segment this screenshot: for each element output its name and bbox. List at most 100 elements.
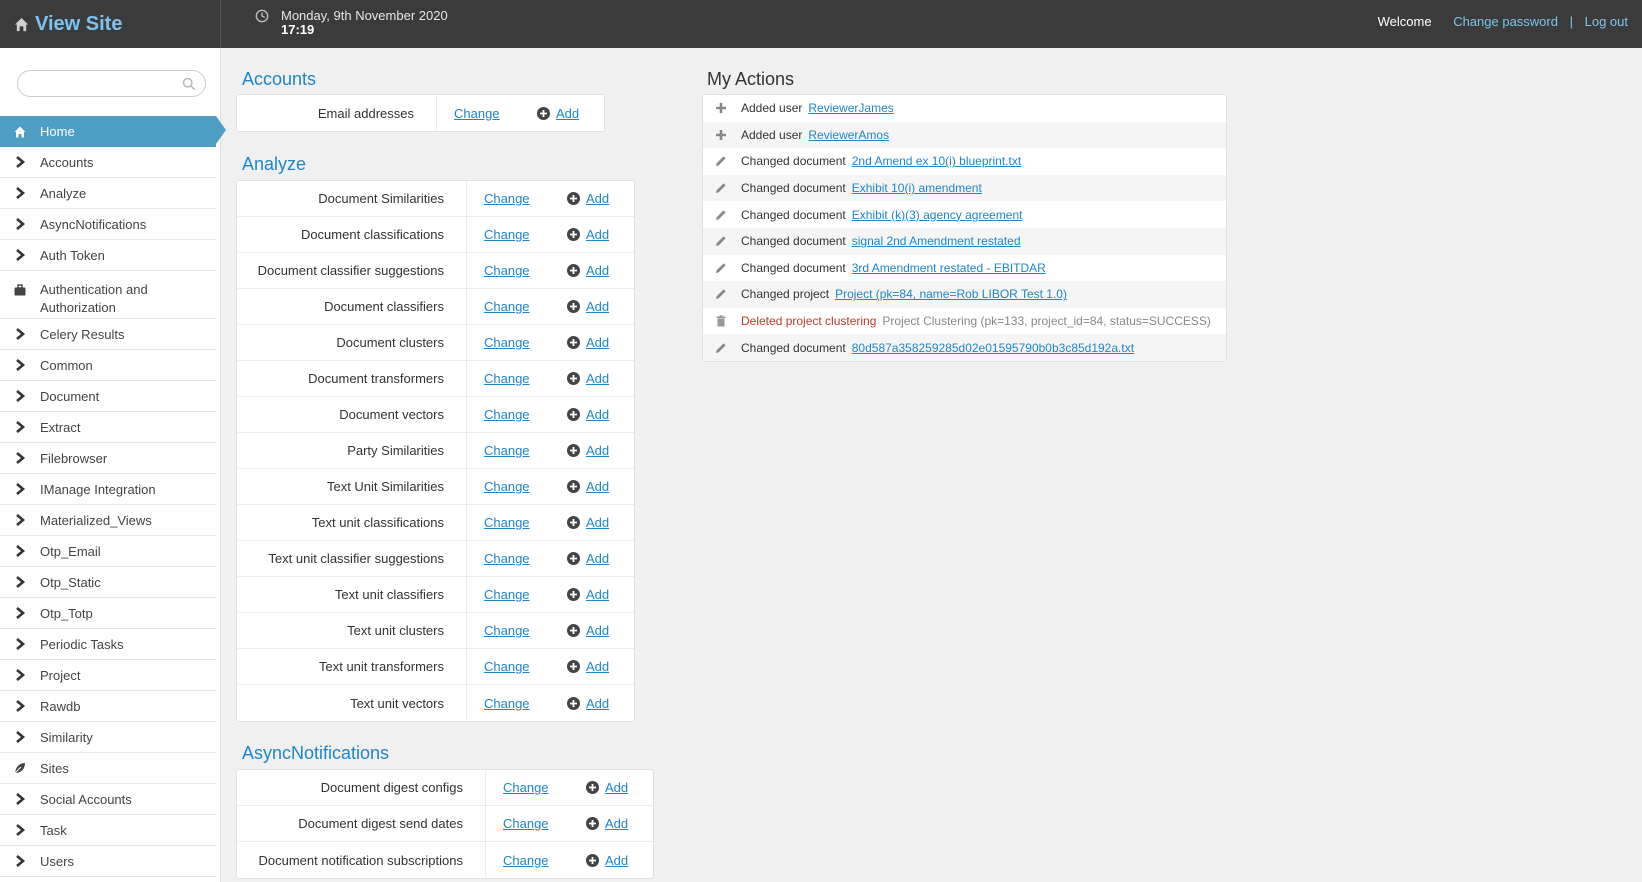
model-name[interactable]: Document classifications: [237, 217, 467, 252]
model-name[interactable]: Document clusters: [237, 325, 467, 360]
sidebar-item-home[interactable]: Home: [0, 116, 226, 147]
add-link[interactable]: Add: [586, 696, 609, 711]
change-link[interactable]: Change: [484, 515, 530, 530]
sidebar-item-filebrowser[interactable]: Filebrowser: [0, 443, 216, 474]
model-name[interactable]: Document notification subscriptions: [237, 842, 486, 878]
add-link[interactable]: Add: [586, 335, 609, 350]
sidebar-item-sites[interactable]: Sites: [0, 753, 216, 784]
sidebar-item-analyze[interactable]: Analyze: [0, 178, 216, 209]
add-link[interactable]: Add: [586, 659, 609, 674]
sidebar-item-asyncnotifications[interactable]: AsyncNotifications: [0, 209, 216, 240]
change-link[interactable]: Change: [484, 443, 530, 458]
change-link[interactable]: Change: [484, 551, 530, 566]
model-name[interactable]: Document digest configs: [237, 770, 486, 805]
action-object[interactable]: Project (pk=84, name=Rob LIBOR Test 1.0): [835, 287, 1067, 301]
sidebar-item-auth-token[interactable]: Auth Token: [0, 240, 216, 271]
model-name[interactable]: Text unit transformers: [237, 649, 467, 684]
model-name[interactable]: Document classifiers: [237, 289, 467, 324]
sidebar-item-social-accounts[interactable]: Social Accounts: [0, 784, 216, 815]
add-link[interactable]: Add: [586, 299, 609, 314]
change-link[interactable]: Change: [484, 623, 530, 638]
change-link[interactable]: Change: [484, 299, 530, 314]
search-input[interactable]: [28, 71, 178, 95]
sidebar-item-otp-email[interactable]: Otp_Email: [0, 536, 216, 567]
change-link[interactable]: Change: [484, 659, 530, 674]
add-link[interactable]: Add: [586, 443, 609, 458]
view-site-link[interactable]: View Site: [0, 0, 221, 48]
model-name[interactable]: Text unit classifier suggestions: [237, 541, 467, 576]
change-link[interactable]: Change: [503, 853, 549, 868]
add-link[interactable]: Add: [586, 479, 609, 494]
model-name[interactable]: Document transformers: [237, 361, 467, 396]
add-link[interactable]: Add: [586, 407, 609, 422]
change-link[interactable]: Change: [454, 106, 500, 121]
sidebar-item-users[interactable]: Users: [0, 846, 216, 877]
action-object[interactable]: signal 2nd Amendment restated: [852, 234, 1021, 248]
model-name[interactable]: Document vectors: [237, 397, 467, 432]
sidebar-item-materialized-views[interactable]: Materialized_Views: [0, 505, 216, 536]
add-link[interactable]: Add: [586, 263, 609, 278]
change-link[interactable]: Change: [503, 816, 549, 831]
change-link[interactable]: Change: [484, 191, 530, 206]
action-object[interactable]: 80d587a358259285d02e01595790b0b3c85d192a…: [852, 341, 1134, 355]
change-link[interactable]: Change: [484, 227, 530, 242]
add-link[interactable]: Add: [605, 816, 628, 831]
search-icon[interactable]: [182, 77, 196, 91]
sidebar-item-task[interactable]: Task: [0, 815, 216, 846]
module-title-analyze[interactable]: Analyze: [242, 154, 306, 175]
model-name[interactable]: Email addresses: [237, 95, 437, 131]
add-link[interactable]: Add: [586, 371, 609, 386]
change-password-link[interactable]: Change password: [1453, 14, 1558, 29]
add-link[interactable]: Add: [556, 106, 579, 121]
sidebar-item-project[interactable]: Project: [0, 660, 216, 691]
brand-label[interactable]: View Site: [35, 13, 122, 36]
change-link[interactable]: Change: [484, 479, 530, 494]
change-link[interactable]: Change: [484, 335, 530, 350]
sidebar-item-common[interactable]: Common: [0, 350, 216, 381]
add-link[interactable]: Add: [586, 623, 609, 638]
model-name[interactable]: Document Similarities: [237, 181, 467, 216]
sidebar-item-imanage-integration[interactable]: IManage Integration: [0, 474, 216, 505]
model-name[interactable]: Text unit clusters: [237, 613, 467, 648]
change-link[interactable]: Change: [484, 263, 530, 278]
model-name[interactable]: Document classifier suggestions: [237, 253, 467, 288]
module-title-asyncnotifications[interactable]: AsyncNotifications: [242, 743, 389, 764]
model-name[interactable]: Text unit vectors: [237, 685, 467, 721]
add-link[interactable]: Add: [586, 551, 609, 566]
add-link[interactable]: Add: [605, 853, 628, 868]
sidebar-item-accounts[interactable]: Accounts: [0, 147, 216, 178]
action-object[interactable]: Exhibit 10(i) amendment: [852, 181, 982, 195]
sidebar-item-otp-totp[interactable]: Otp_Totp: [0, 598, 216, 629]
model-name[interactable]: Text Unit Similarities: [237, 469, 467, 504]
change-link[interactable]: Change: [484, 696, 530, 711]
add-link[interactable]: Add: [586, 515, 609, 530]
change-link[interactable]: Change: [484, 587, 530, 602]
sidebar-item-authentication-and-authorization[interactable]: Authentication and Authorization: [0, 271, 216, 319]
add-link[interactable]: Add: [586, 587, 609, 602]
sidebar-item-extract[interactable]: Extract: [0, 412, 216, 443]
logout-link[interactable]: Log out: [1585, 14, 1628, 29]
sidebar-item-rawdb[interactable]: Rawdb: [0, 691, 216, 722]
action-object[interactable]: ReviewerAmos: [808, 128, 889, 142]
add-link[interactable]: Add: [605, 780, 628, 795]
action-object[interactable]: 3rd Amendment restated - EBITDAR: [852, 261, 1046, 275]
sidebar-item-otp-static[interactable]: Otp_Static: [0, 567, 216, 598]
model-name[interactable]: Document digest send dates: [237, 806, 486, 841]
model-name[interactable]: Text unit classifiers: [237, 577, 467, 612]
change-link[interactable]: Change: [503, 780, 549, 795]
model-name[interactable]: Party Similarities: [237, 433, 467, 468]
change-link[interactable]: Change: [484, 407, 530, 422]
model-name[interactable]: Text unit classifications: [237, 505, 467, 540]
sidebar-item-similarity[interactable]: Similarity: [0, 722, 216, 753]
change-link[interactable]: Change: [484, 371, 530, 386]
sidebar-item-document[interactable]: Document: [0, 381, 216, 412]
sidebar-item-celery-results[interactable]: Celery Results: [0, 319, 216, 350]
current-date: Monday, 9th November 2020: [281, 8, 448, 23]
sidebar-item-periodic-tasks[interactable]: Periodic Tasks: [0, 629, 216, 660]
add-link[interactable]: Add: [586, 191, 609, 206]
action-object[interactable]: ReviewerJames: [808, 101, 893, 115]
action-object[interactable]: Exhibit (k)(3) agency agreement: [852, 208, 1023, 222]
module-title-accounts[interactable]: Accounts: [242, 69, 316, 90]
add-link[interactable]: Add: [586, 227, 609, 242]
action-object[interactable]: 2nd Amend ex 10(i) blueprint.txt: [852, 154, 1021, 168]
